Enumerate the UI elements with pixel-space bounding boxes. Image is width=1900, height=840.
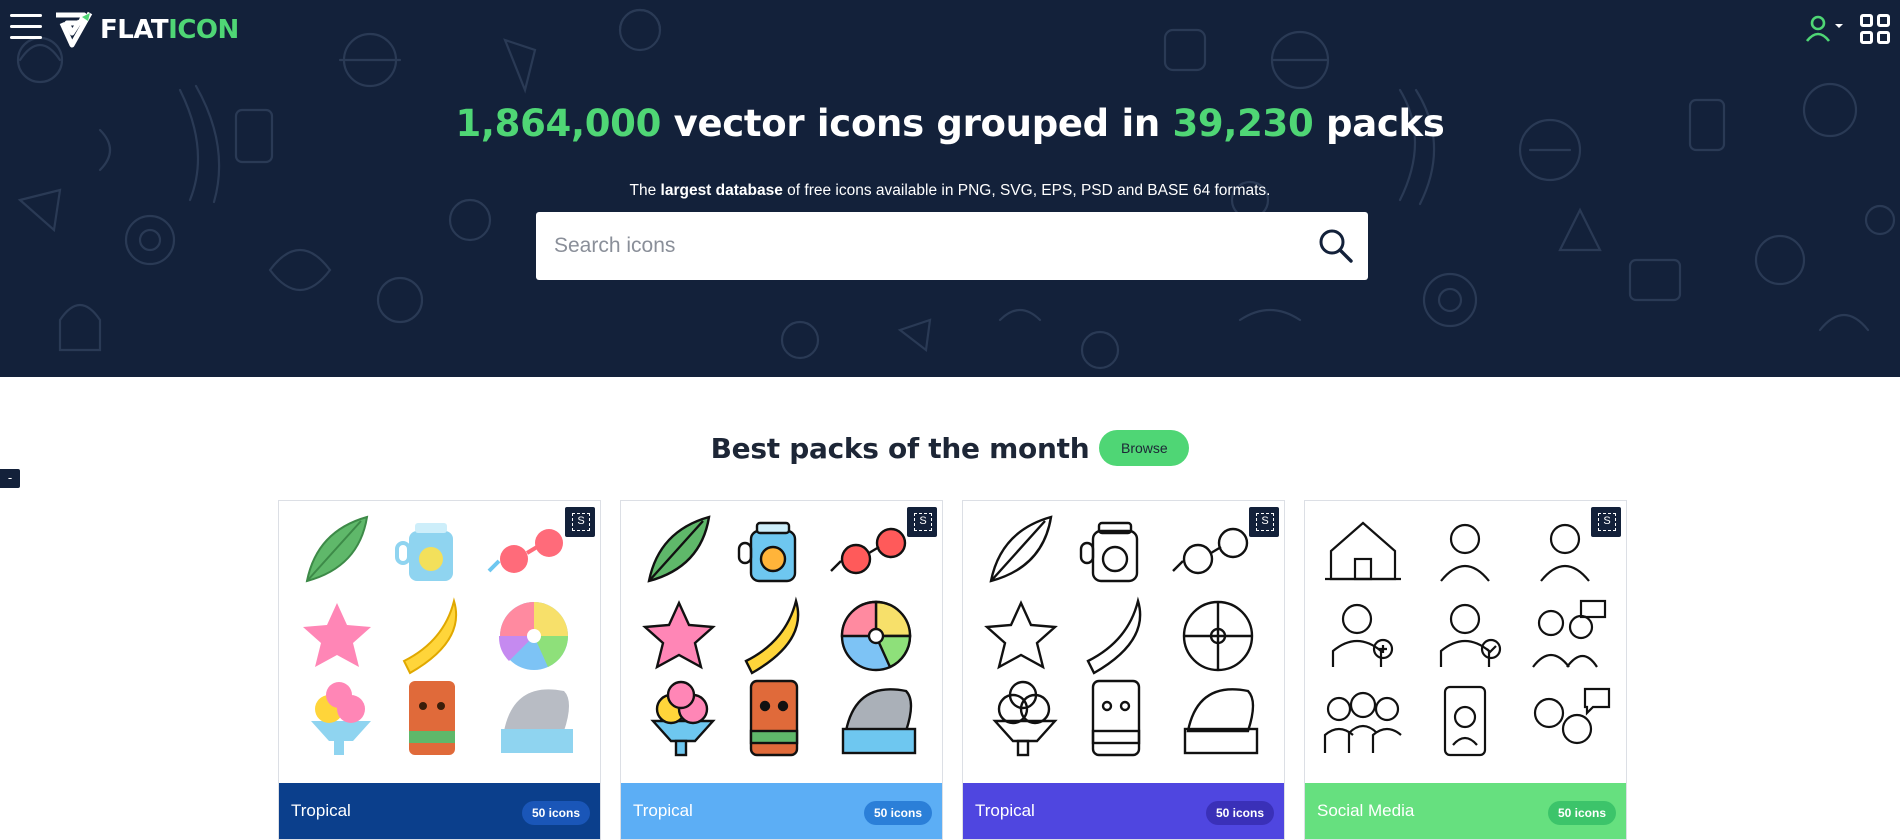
premium-badge <box>907 507 937 537</box>
sunglasses-icon <box>830 527 907 575</box>
pack-count: 39,230 <box>1172 102 1314 145</box>
banana-icon <box>1086 596 1142 675</box>
add-user-icon <box>1331 603 1394 667</box>
ice-cream-icon <box>650 680 716 757</box>
logo-text-flat: FLAT <box>100 15 169 45</box>
premium-badge <box>1591 507 1621 537</box>
pack-name: Tropical <box>633 801 693 820</box>
browse-button[interactable]: Browse <box>1099 430 1190 466</box>
manatee-icon <box>841 688 917 755</box>
pack-footer: Tropical 50 icons <box>963 783 1284 839</box>
subtitle-the: The <box>629 182 661 199</box>
pack-name: Tropical <box>291 801 351 820</box>
starfish-icon <box>303 603 371 667</box>
pack-count-badge: 50 icons <box>1205 801 1274 825</box>
tiki-icon <box>409 681 455 755</box>
top-navigation: FLATICON <box>0 0 1900 60</box>
side-toggle-tab[interactable]: - <box>0 469 20 488</box>
user-icon[interactable] <box>1805 14 1846 44</box>
banana-icon <box>744 596 800 675</box>
beach-ball-icon <box>840 600 912 672</box>
hero-subtitle: The largest database of free icons avail… <box>0 182 1900 200</box>
hamburger-icon[interactable] <box>10 14 42 42</box>
search-bar <box>536 212 1368 280</box>
manatee-icon <box>501 689 573 753</box>
house-icon <box>1325 521 1401 581</box>
pack-footer: Tropical 50 icons <box>279 783 600 839</box>
search-input[interactable] <box>554 212 1294 280</box>
pack-preview-icons <box>303 515 573 755</box>
group-icon <box>1323 691 1402 753</box>
leaf-icon <box>647 515 711 583</box>
pack-name: Tropical <box>975 801 1035 820</box>
juice-icon <box>395 523 453 581</box>
juice-icon <box>737 521 797 583</box>
pack-count-badge: 50 icons <box>863 801 932 825</box>
packs-grid: Tropical 50 icons Tropical 50 icons <box>278 500 1628 840</box>
pack-preview-icons <box>1323 521 1611 757</box>
starfish-icon <box>984 600 1058 670</box>
beach-ball-icon <box>498 602 568 670</box>
pack-count-badge: 50 icons <box>521 801 590 825</box>
ice-cream-icon <box>311 682 371 755</box>
flaticon-logo-mark <box>56 11 93 48</box>
pack-footer: Tropical 50 icons <box>621 783 942 839</box>
pack-preview-icons <box>642 515 917 757</box>
grid-icon[interactable] <box>1860 14 1890 44</box>
chat-users-icon <box>1533 687 1611 745</box>
pack-card[interactable]: Tropical 50 icons <box>278 500 601 840</box>
pack-preview-icons <box>984 515 1259 757</box>
tiki-icon <box>749 679 799 757</box>
person-icon <box>1440 523 1490 582</box>
leaf-icon <box>989 515 1053 583</box>
tiki-icon <box>1091 679 1141 757</box>
packs-title: Best packs of the month <box>710 431 1090 465</box>
banana-icon <box>402 597 458 675</box>
packs-header: Best packs of the month Browse <box>0 430 1900 466</box>
premium-badge <box>1249 507 1279 537</box>
subtitle-rest: of free icons available in PNG, SVG, EPS… <box>782 182 1271 199</box>
pack-card[interactable]: Tropical 50 icons <box>962 500 1285 840</box>
starfish-icon <box>642 600 716 670</box>
icon-count: 1,864,000 <box>455 102 662 145</box>
sunglasses-icon <box>487 529 563 573</box>
logo-text-icon: ICON <box>168 15 239 45</box>
headline-end: packs <box>1313 102 1445 145</box>
flaticon-logo[interactable]: FLATICON <box>54 10 239 50</box>
hero-headline: 1,864,000 vector icons grouped in 39,230… <box>0 102 1900 145</box>
couple-icon <box>1532 599 1607 668</box>
smartphone-icon <box>1443 685 1487 757</box>
pack-name: Social Media <box>1317 801 1415 820</box>
pack-card[interactable]: Tropical 50 icons <box>620 500 943 840</box>
beach-ball-icon <box>1182 600 1254 672</box>
premium-badge <box>565 507 595 537</box>
headline-middle: vector icons grouped in <box>661 102 1173 145</box>
person-icon <box>1540 523 1590 582</box>
verified-user-icon <box>1439 603 1502 667</box>
manatee-icon <box>1183 688 1259 755</box>
logo-wordmark: FLATICON <box>100 17 239 43</box>
subtitle-bold: largest database <box>660 182 783 199</box>
leaf-icon <box>305 515 369 583</box>
pack-card[interactable]: Social Media 50 icons <box>1304 500 1627 840</box>
juice-icon <box>1079 521 1139 583</box>
pack-footer: Social Media 50 icons <box>1305 783 1626 839</box>
sunglasses-icon <box>1172 527 1249 575</box>
ice-cream-icon <box>992 680 1058 757</box>
hero-banner: FLATICON 1,864,000 vector icons grouped … <box>0 0 1900 377</box>
pack-count-badge: 50 icons <box>1547 801 1616 825</box>
search-icon[interactable] <box>1316 226 1356 266</box>
